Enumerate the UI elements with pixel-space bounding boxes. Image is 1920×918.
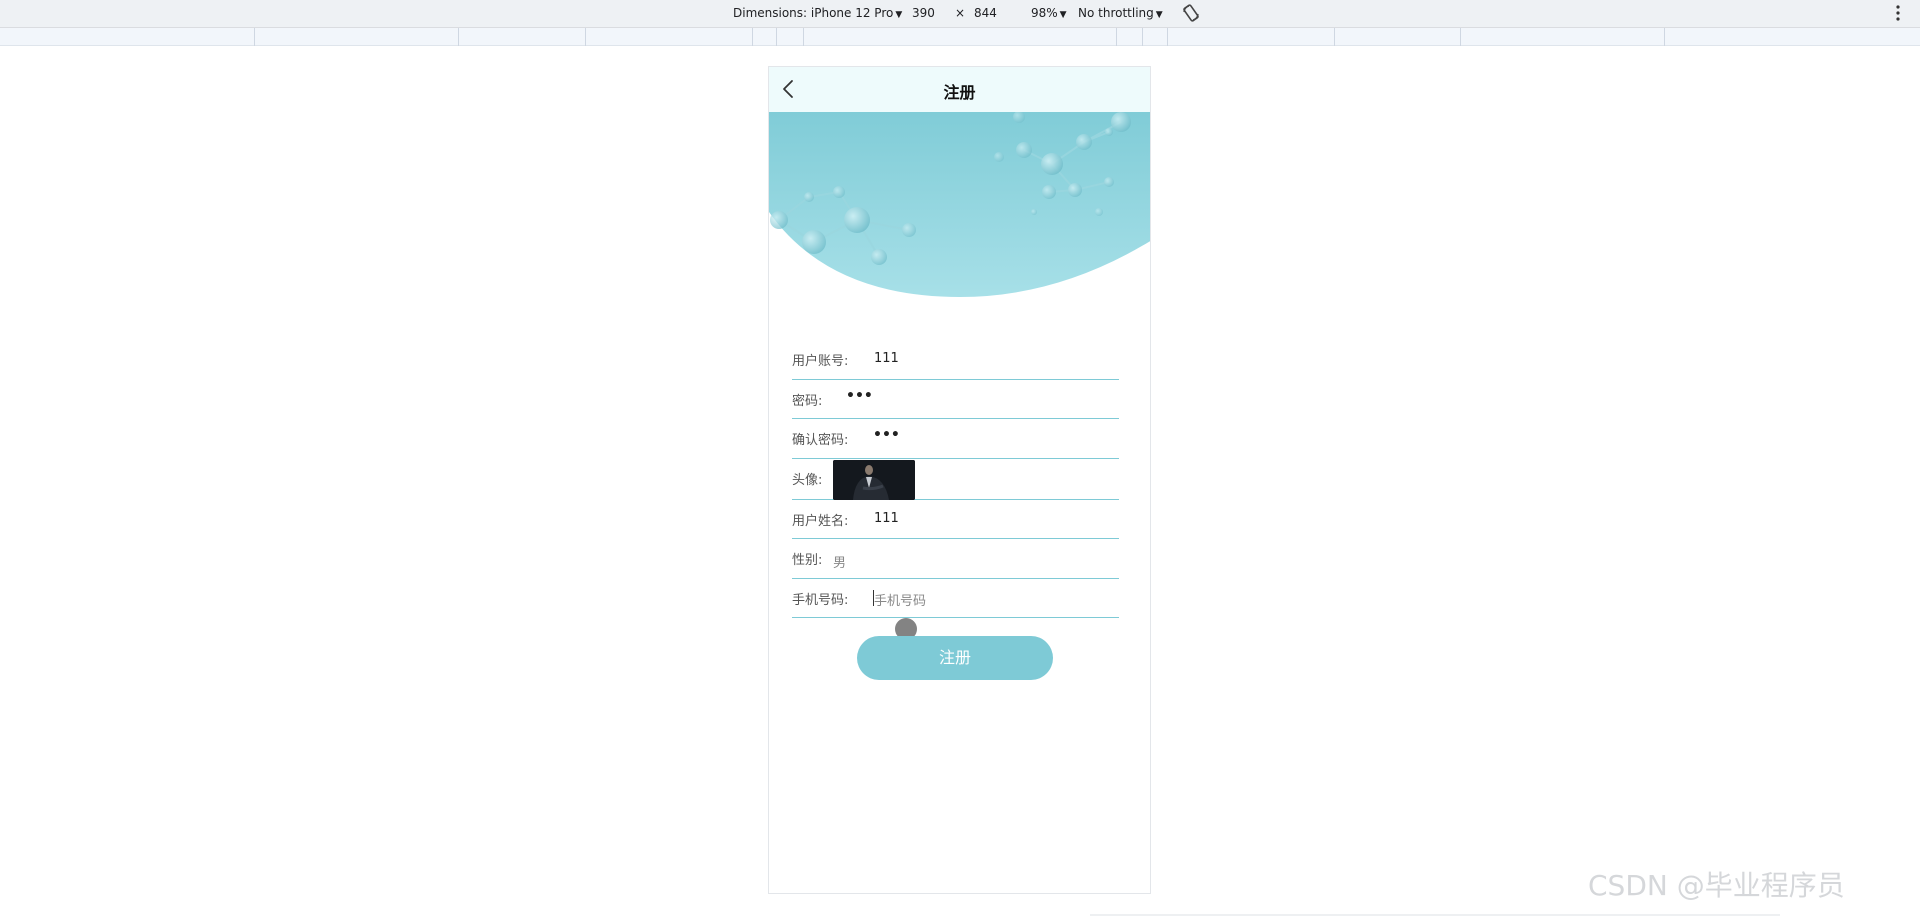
- account-input[interactable]: 111: [874, 351, 899, 366]
- devtools-device-toolbar: Dimensions: iPhone 12 Pro ▼ 390 × 844 98%…: [0, 0, 1920, 28]
- media-query-segment[interactable]: [803, 28, 804, 46]
- avatar-upload-image[interactable]: [833, 459, 915, 500]
- confirm-password-label: 确认密码:: [792, 433, 849, 448]
- media-query-bar: [0, 28, 1920, 46]
- form-row-gender: 性别: 男: [792, 539, 1119, 579]
- password-label: 密码:: [792, 393, 823, 409]
- form-row-account: 用户账号: 111: [792, 340, 1119, 380]
- form-row-name: 用户姓名: 111: [792, 500, 1119, 539]
- media-query-segment[interactable]: [1142, 28, 1143, 46]
- media-query-segment[interactable]: [1334, 28, 1335, 46]
- zoom-select[interactable]: 98% ▼: [1031, 6, 1067, 20]
- zoom-label: 98%: [1031, 6, 1058, 20]
- media-query-segment[interactable]: [1116, 28, 1117, 46]
- device-label: Dimensions: iPhone 12 Pro: [733, 6, 894, 20]
- page-title: 注册: [943, 83, 976, 102]
- name-label: 用户姓名:: [792, 513, 849, 529]
- phone-label: 手机号码:: [792, 592, 849, 608]
- register-button[interactable]: 注册: [857, 636, 1053, 680]
- times-sign: ×: [955, 6, 966, 20]
- form-row-phone: 手机号码: 手机号码: [792, 579, 1119, 618]
- media-query-segment[interactable]: [1460, 28, 1461, 46]
- media-query-segment[interactable]: [458, 28, 459, 46]
- throttling-label: No throttling: [1078, 6, 1154, 20]
- watermark-text: CSDN @毕业程序员: [1588, 869, 1845, 902]
- throttling-select[interactable]: No throttling ▼: [1078, 6, 1163, 20]
- molecule-banner-image: [769, 112, 1150, 297]
- form-row-avatar: 头像:: [792, 459, 1119, 500]
- media-query-segment[interactable]: [1664, 28, 1665, 46]
- form-row-confirm-password: 确认密码: •••: [792, 419, 1119, 459]
- account-label: 用户账号:: [792, 354, 849, 369]
- gender-select[interactable]: 男: [833, 552, 846, 571]
- avatar-label: 头像:: [792, 472, 823, 488]
- nav-bar: 注册: [769, 67, 1150, 112]
- device-select[interactable]: Dimensions: iPhone 12 Pro ▼: [733, 6, 902, 20]
- divider: [1090, 914, 1780, 916]
- media-query-segment[interactable]: [752, 28, 753, 46]
- media-query-segment[interactable]: [254, 28, 255, 46]
- password-input[interactable]: •••: [846, 388, 873, 404]
- rotate-icon[interactable]: [1181, 3, 1201, 23]
- device-viewport: 注册 用户账号: 111 密码: ••• 确认密码: ••• 头像: 用户姓名:…: [768, 66, 1151, 894]
- confirm-password-input[interactable]: •••: [873, 427, 900, 443]
- height-input[interactable]: 844: [974, 6, 997, 20]
- media-query-segment[interactable]: [585, 28, 586, 46]
- form-row-password: 密码: •••: [792, 380, 1119, 419]
- throttling-dropdown-caret-icon: ▼: [1155, 10, 1163, 20]
- name-input[interactable]: 111: [874, 511, 899, 526]
- phone-input[interactable]: 手机号码: [874, 590, 926, 609]
- zoom-dropdown-caret-icon: ▼: [1059, 10, 1067, 20]
- media-query-segment[interactable]: [1167, 28, 1168, 46]
- device-dropdown-caret-icon: ▼: [895, 10, 903, 20]
- width-input[interactable]: 390: [912, 6, 935, 20]
- media-query-segment[interactable]: [776, 28, 777, 46]
- register-form: 用户账号: 111 密码: ••• 确认密码: ••• 头像: 用户姓名: 11…: [792, 340, 1119, 618]
- more-options-icon[interactable]: [1895, 4, 1901, 22]
- gender-label: 性别:: [792, 553, 823, 568]
